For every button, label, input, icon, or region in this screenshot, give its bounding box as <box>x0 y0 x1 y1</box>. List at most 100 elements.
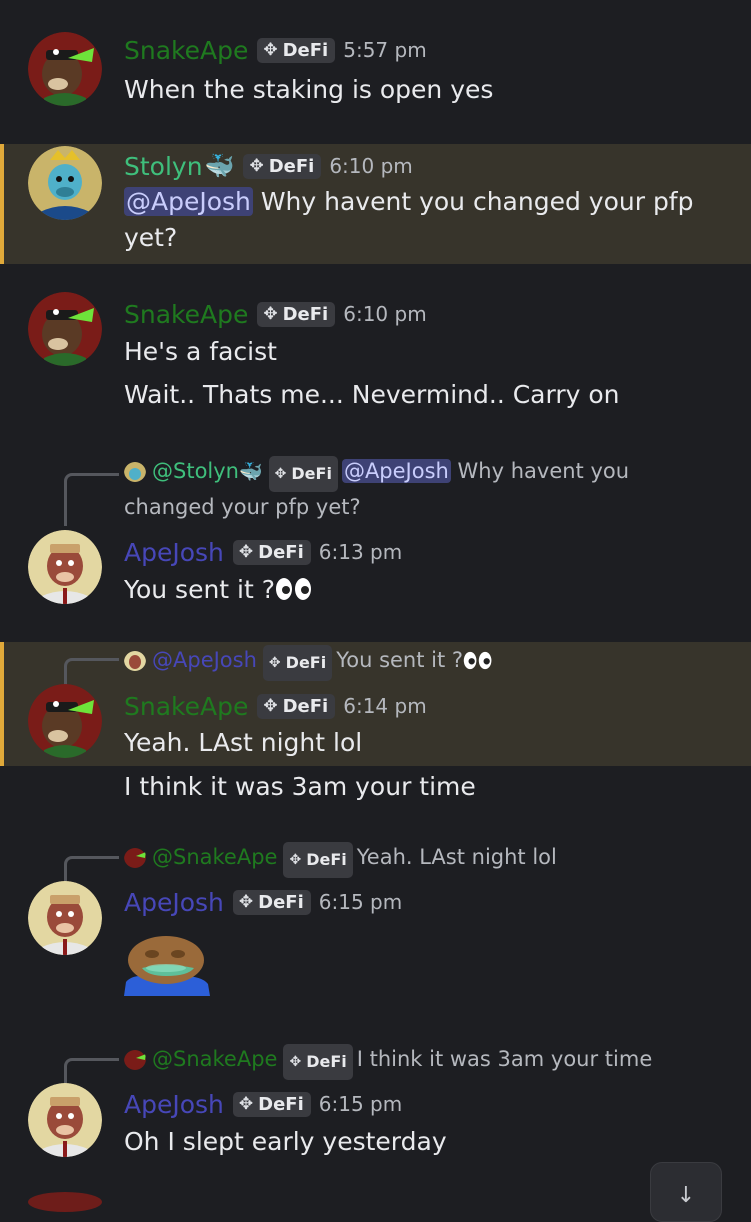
server-tag-label: DeFi <box>282 303 329 325</box>
author-name[interactable]: Stolyn <box>124 152 203 181</box>
diamond-arrows-icon: ✥ <box>268 655 281 671</box>
author-name[interactable]: ApeJosh <box>124 538 224 567</box>
reply-author[interactable]: @SnakeApe <box>152 845 277 869</box>
reply-author[interactable]: @Stolyn <box>152 459 239 483</box>
server-tag[interactable]: ✥ DeFi <box>232 539 311 565</box>
server-tag-label: DeFi <box>258 541 304 563</box>
reply-preview[interactable]: @Stolyn🐳 ✥ DeFi @ApeJosh Why havent you <box>124 454 629 492</box>
message-text-part: You sent it ? <box>124 575 276 604</box>
reply-avatar <box>124 649 146 671</box>
server-tag[interactable]: ✥ DeFi <box>257 693 336 719</box>
eyes-icon <box>276 578 312 600</box>
server-tag[interactable]: ✥ DeFi <box>232 889 311 915</box>
diamond-arrows-icon: ✥ <box>263 40 278 60</box>
message-text-part: Why havent you changed your pfp <box>252 187 694 216</box>
server-tag[interactable]: ✥ DeFi <box>232 1091 311 1117</box>
author-name[interactable]: SnakeApe <box>124 692 248 721</box>
server-tag[interactable]: ✥ DeFi <box>243 153 322 179</box>
server-tag: ✥ DeFi <box>262 645 333 681</box>
snakeape-avatar[interactable] <box>28 32 102 106</box>
timestamp: 6:15 pm <box>318 1092 403 1116</box>
diamond-arrows-icon: ✥ <box>263 696 278 716</box>
whale-icon: 🐳 <box>204 152 235 180</box>
message-text: @ApeJosh Why havent you changed your pfp… <box>124 184 724 256</box>
server-tag-label: DeFi <box>268 155 315 177</box>
message-5-continued[interactable]: I think it was 3am your time <box>0 766 751 810</box>
apejosh-avatar[interactable] <box>28 881 102 955</box>
server-tag-label: DeFi <box>258 1093 304 1115</box>
reply-avatar <box>124 1048 146 1070</box>
apejosh-avatar[interactable] <box>28 1083 102 1157</box>
user-mention[interactable]: @ApeJosh <box>341 459 451 483</box>
apejosh-avatar[interactable] <box>28 530 102 604</box>
server-tag-label: DeFi <box>285 653 327 672</box>
diamond-arrows-icon: ✥ <box>289 852 302 868</box>
message-4[interactable]: @Stolyn🐳 ✥ DeFi @ApeJosh Why havent you cha… <box>0 450 751 615</box>
server-tag: ✥ DeFi <box>268 456 338 492</box>
reply-preview[interactable]: @SnakeApe ✥ DeFi Yeah. LAst night lol <box>124 840 557 878</box>
snakeape-avatar[interactable] <box>28 684 102 758</box>
message-1[interactable]: SnakeApe ✥ DeFi 5:57 pm When the staking … <box>0 20 751 130</box>
arrow-down-icon: ↓ <box>676 1183 696 1208</box>
message-text: Oh I slept early yesterday <box>124 1127 447 1156</box>
stolyn-avatar[interactable] <box>28 146 102 220</box>
whale-icon: 🐳 <box>238 461 263 483</box>
server-tag[interactable]: ✥ DeFi <box>257 37 336 63</box>
server-tag-label: DeFi <box>258 891 304 913</box>
jump-to-bottom-button[interactable]: ↓ <box>650 1162 722 1222</box>
message-text: Yeah. LAst night lol <box>124 728 363 757</box>
diamond-arrows-icon: ✥ <box>289 1054 302 1070</box>
timestamp: 5:57 pm <box>343 38 427 62</box>
timestamp: 6:14 pm <box>343 694 427 718</box>
diamond-arrows-icon: ✥ <box>263 304 278 324</box>
reply-preview-line2: changed your pfp yet? <box>124 495 361 519</box>
diamond-arrows-icon: ✥ <box>238 1094 254 1114</box>
author-name[interactable]: ApeJosh <box>124 888 224 917</box>
message-6[interactable]: @SnakeApe ✥ DeFi Yeah. LAst night lol ApeJo… <box>0 836 751 1006</box>
reply-text: You sent it ? <box>336 648 464 672</box>
reply-avatar <box>124 846 146 868</box>
message-text: I think it was 3am your time <box>124 772 476 801</box>
server-tag[interactable]: ✥ DeFi <box>257 301 336 327</box>
next-avatar-peek <box>28 1192 102 1212</box>
server-tag-label: DeFi <box>291 464 332 483</box>
author-name[interactable]: SnakeApe <box>124 300 248 329</box>
diamond-arrows-icon: ✥ <box>249 156 264 176</box>
reply-preview[interactable]: @SnakeApe ✥ DeFi I think it was 3am your ti… <box>124 1042 652 1080</box>
timestamp: 6:15 pm <box>318 890 403 914</box>
reply-author[interactable]: @ApeJosh <box>152 648 257 672</box>
server-tag-label: DeFi <box>282 695 329 717</box>
diamond-arrows-icon: ✥ <box>238 892 254 912</box>
server-tag-label: DeFi <box>306 1052 347 1071</box>
message-text: When the staking is open yes <box>124 75 494 104</box>
diamond-arrows-icon: ✥ <box>274 466 287 482</box>
message-3[interactable]: SnakeApe ✥ DeFi 6:10 pm He's a facist Wai… <box>0 280 751 420</box>
reply-author[interactable]: @SnakeApe <box>152 1047 277 1071</box>
timestamp: 6:13 pm <box>318 540 403 564</box>
server-tag-label: DeFi <box>282 39 329 61</box>
message-7[interactable]: @SnakeApe ✥ DeFi I think it was 3am your ti… <box>0 1038 751 1163</box>
message-text: Wait.. Thats me... Nevermind.. Carry on <box>124 380 620 409</box>
reply-preview[interactable]: @ApeJosh ✥ DeFi You sent it ? <box>124 643 493 681</box>
message-5-highlighted[interactable]: @ApeJosh ✥ DeFi You sent it ? SnakeApe ✥ DeF… <box>0 642 751 766</box>
author-name[interactable]: ApeJosh <box>124 1090 224 1119</box>
server-tag: ✥ DeFi <box>283 842 353 878</box>
message-text: He's a facist <box>124 337 277 366</box>
diamond-arrows-icon: ✥ <box>238 542 254 562</box>
author-name[interactable]: SnakeApe <box>124 36 248 65</box>
message-text-part: yet? <box>124 223 178 252</box>
reply-avatar <box>124 460 146 482</box>
user-mention[interactable]: @ApeJosh <box>124 187 253 216</box>
timestamp: 6:10 pm <box>329 154 413 178</box>
pepe-face-sticker[interactable] <box>122 934 212 996</box>
timestamp: 6:10 pm <box>343 302 427 326</box>
reply-connector <box>64 473 119 526</box>
server-tag: ✥ DeFi <box>283 1044 353 1080</box>
eyes-icon <box>463 651 492 670</box>
reply-text: Why havent you <box>450 459 630 483</box>
message-2-highlighted[interactable]: Stolyn 🐳 ✥ DeFi 6:10 pm @ApeJosh Why have… <box>0 144 751 264</box>
message-text: You sent it ? <box>124 572 313 608</box>
snakeape-avatar[interactable] <box>28 292 102 366</box>
reply-text: I think it was 3am your time <box>356 1047 653 1071</box>
server-tag-label: DeFi <box>306 850 347 869</box>
